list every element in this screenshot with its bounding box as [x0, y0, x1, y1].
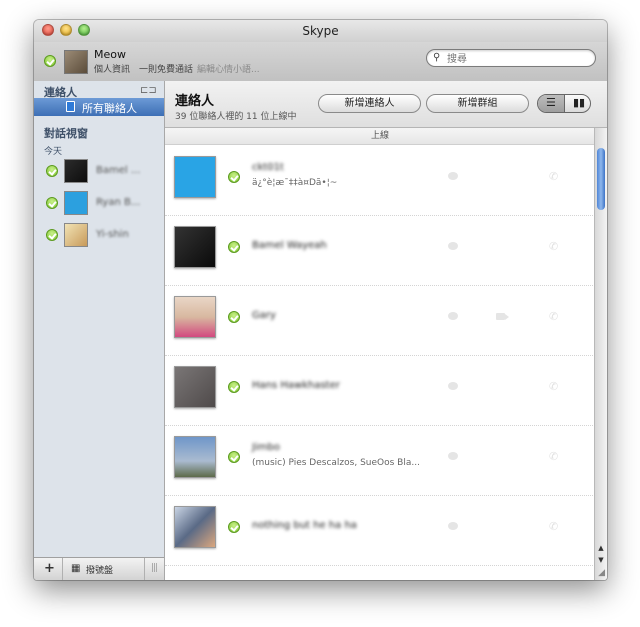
chat-icon[interactable] — [448, 452, 458, 460]
compact-view-icon: ▮▮ — [573, 96, 586, 109]
chat-name: Yi-shin — [96, 229, 129, 240]
title-bar: Skype — [34, 20, 607, 42]
scroll-up-icon[interactable]: ▲ — [595, 544, 607, 556]
add-contact-button[interactable]: 新增連絡人 — [318, 94, 421, 113]
online-count: 39 位聯絡人裡的 11 位上線中 — [175, 112, 297, 122]
sidebar-item-all-contacts[interactable]: 所有聯絡人 — [34, 98, 164, 116]
chats-header: 對話視窗 — [44, 127, 88, 140]
online-status-icon — [228, 451, 240, 463]
chat-item[interactable]: Bamel ... — [34, 157, 164, 185]
avatar — [174, 506, 216, 548]
contact-name: Hans Hawkhaster — [252, 380, 340, 391]
online-status-icon — [228, 311, 240, 323]
contact-row[interactable]: Bamel Wayeah ✆ — [165, 215, 595, 286]
avatar — [64, 191, 88, 215]
profile-links: 個人資訊 一則免費通話 編輯心情小語... — [94, 62, 260, 75]
sidebar-item-label: 所有聯絡人 — [82, 102, 137, 115]
contact-mood: ä¿°è¦æ¯‡‡à¤Dã•¦~ — [252, 178, 338, 188]
sidebar-footer: + ▦ 撥號盤 ||| — [34, 557, 164, 580]
view-toggle: ☰ ▮▮ — [537, 94, 591, 113]
avatar — [64, 223, 88, 247]
divider — [62, 558, 63, 580]
contact-name: Jimbo — [252, 442, 280, 453]
contact-row[interactable]: Gary ✆ — [165, 285, 595, 356]
chat-icon[interactable] — [448, 172, 458, 180]
window-title: Skype — [302, 24, 339, 38]
resize-grip-icon[interactable]: ||| — [151, 563, 158, 573]
chat-item[interactable]: Ryan B... — [34, 189, 164, 217]
profile-links-text[interactable]: 個人資訊 一則免費通話 — [94, 65, 193, 75]
chat-icon[interactable] — [448, 522, 458, 530]
sidebar: 連絡人 ⊏⊐ 所有聯絡人 對話視窗 今天 Bamel ... Ryan B...… — [34, 81, 165, 580]
video-call-icon[interactable] — [496, 313, 509, 320]
list-view-button[interactable]: ☰ — [538, 95, 565, 112]
contact-name: ckt01t — [252, 162, 284, 173]
chat-name: Bamel ... — [96, 165, 141, 176]
address-book-icon — [66, 101, 75, 112]
add-group-button[interactable]: 新增群組 — [426, 94, 529, 113]
skype-window: Skype Meow 個人資訊 一則免費通話編輯心情小語... ⚲ 連絡人 ⊏⊐… — [34, 20, 607, 580]
resize-handle-icon[interactable]: ◢ — [598, 568, 605, 578]
call-icon[interactable]: ✆ — [549, 380, 558, 393]
dialpad-label[interactable]: 撥號盤 — [86, 563, 113, 576]
search-box[interactable]: ⚲ — [426, 49, 596, 67]
main-header: 連絡人 39 位聯絡人裡的 11 位上線中 新增連絡人 新增群組 ☰ ▮▮ — [165, 81, 607, 128]
call-icon[interactable]: ✆ — [549, 520, 558, 533]
call-icon[interactable]: ✆ — [549, 310, 558, 323]
mood-hint[interactable]: 編輯心情小語... — [197, 65, 260, 75]
add-icon[interactable]: + — [44, 561, 55, 576]
call-icon[interactable]: ✆ — [549, 450, 558, 463]
avatar — [64, 159, 88, 183]
page-title: 連絡人 — [175, 94, 215, 109]
contact-row[interactable]: ckt01t ä¿°è¦æ¯‡‡à¤Dã•¦~ ✆ — [165, 145, 595, 216]
scrollbar-thumb[interactable] — [597, 148, 605, 210]
dialpad-icon[interactable]: ▦ — [71, 563, 80, 574]
contact-name: nothing but he ha ha — [252, 520, 357, 531]
contact-row[interactable]: Jimbo (music) Pies Descalzos, SueOos Bla… — [165, 425, 595, 496]
divider — [144, 558, 145, 580]
contact-row[interactable]: nothing but he ha ha ✆ — [165, 495, 595, 566]
online-status-icon — [228, 171, 240, 183]
online-status-icon — [228, 241, 240, 253]
contact-list: ckt01t ä¿°è¦æ¯‡‡à¤Dã•¦~ ✆ Bamel Wayeah ✆… — [165, 145, 595, 580]
my-name[interactable]: Meow — [94, 48, 126, 61]
contact-name: Bamel Wayeah — [252, 240, 327, 251]
avatar — [174, 296, 216, 338]
chat-icon[interactable] — [448, 382, 458, 390]
today-label: 今天 — [44, 147, 63, 157]
chat-icon[interactable] — [448, 242, 458, 250]
avatar — [174, 366, 216, 408]
contact-name: Gary — [252, 310, 276, 321]
contact-mood: (music) Pies Descalzos, SueOos Bla... — [252, 458, 420, 468]
call-icon[interactable]: ✆ — [549, 240, 558, 253]
scroll-down-icon[interactable]: ▼ — [595, 556, 607, 568]
avatar — [174, 226, 216, 268]
online-status-icon — [228, 521, 240, 533]
online-status-icon — [46, 165, 58, 177]
contact-row[interactable]: Hans Hawkhaster ✆ — [165, 355, 595, 426]
list-view-icon: ☰ — [546, 96, 556, 109]
my-avatar[interactable] — [64, 50, 88, 74]
chat-item[interactable]: Yi-shin — [34, 221, 164, 249]
main-panel: 連絡人 39 位聯絡人裡的 11 位上線中 新增連絡人 新增群組 ☰ ▮▮ 上線… — [165, 81, 607, 580]
search-icon: ⚲ — [433, 52, 441, 63]
search-input[interactable] — [445, 51, 589, 67]
avatar — [174, 436, 216, 478]
chat-icon[interactable] — [448, 312, 458, 320]
expand-icon[interactable]: ⊏⊐ — [140, 85, 157, 96]
online-status-icon — [46, 197, 58, 209]
group-header-online[interactable]: 上線 — [165, 128, 595, 145]
online-status-icon — [228, 381, 240, 393]
contact-list-scrollbar[interactable]: ▲ ▼ — [594, 128, 607, 580]
call-icon[interactable]: ✆ — [549, 170, 558, 183]
chat-name: Ryan B... — [96, 197, 141, 208]
online-status-icon — [46, 229, 58, 241]
default-avatar-icon — [174, 156, 216, 198]
compact-view-button[interactable]: ▮▮ — [565, 95, 590, 112]
my-status-icon[interactable] — [44, 55, 56, 67]
